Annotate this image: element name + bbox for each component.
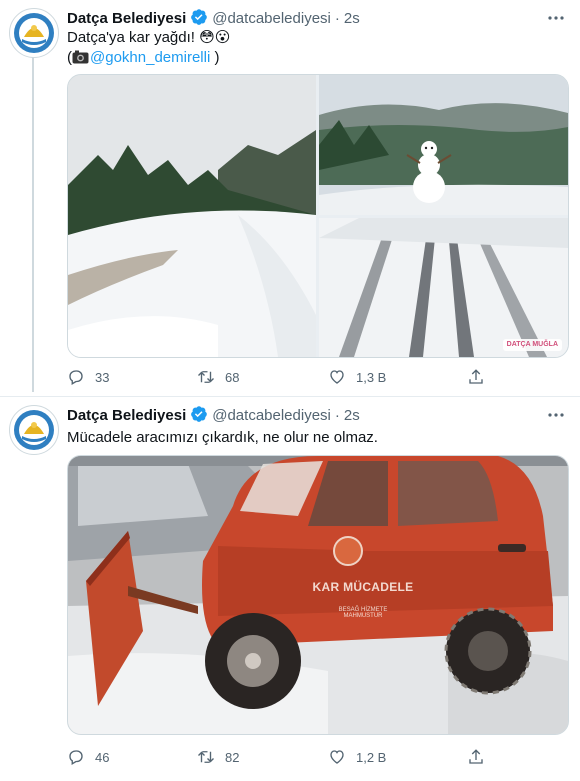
mention-link[interactable]: @gokhn_demirelli (90, 49, 210, 66)
retweet-button[interactable]: 82 (197, 748, 239, 768)
car-door-label: KAR MÜCADELE BESAĞ HİZMETE MAHMUSTUR (298, 580, 428, 619)
timestamp[interactable]: 2s (344, 10, 360, 27)
handle[interactable]: @datcabelediyesi (212, 10, 331, 27)
reply-button[interactable]: 33 (67, 368, 109, 388)
photo-watermark: DATÇA MUĞLA (502, 339, 562, 351)
reply-count: 33 (95, 370, 110, 385)
photo-credit: (@gokhn_demirelli ) (67, 48, 230, 70)
snow-plow-car-photo[interactable]: KAR MÜCADELE BESAĞ HİZMETE MAHMUSTUR (68, 456, 568, 734)
display-name[interactable]: Datça Belediyesi (67, 10, 186, 27)
separator-dot: · (334, 407, 340, 424)
tweet-actions: 33 68 1,3 B (67, 368, 507, 388)
retweet-count: 82 (225, 750, 240, 765)
retweet-count: 68 (225, 370, 240, 385)
reply-count: 46 (95, 750, 110, 765)
share-button[interactable] (467, 748, 495, 768)
separator-dot: · (334, 10, 340, 27)
retweet-icon (198, 371, 214, 383)
media-grid[interactable]: DATÇA MUĞLA (67, 74, 569, 358)
avatar[interactable] (9, 8, 59, 58)
timestamp[interactable]: 2s (344, 407, 360, 424)
media-single[interactable]: KAR MÜCADELE BESAĞ HİZMETE MAHMUSTUR (67, 455, 569, 735)
tweet-header: Datça Belediyesi @datcabelediyesi · 2s (67, 405, 360, 425)
reply-button[interactable]: 46 (67, 748, 109, 768)
like-count: 1,3 B (356, 370, 387, 385)
reply-icon (69, 750, 83, 765)
verified-badge-icon (190, 405, 208, 429)
municipality-logo-icon (11, 10, 57, 56)
retweet-button[interactable]: 68 (197, 368, 239, 388)
tweet-text: Mücadele aracımızı çıkardık, ne olur ne … (67, 429, 378, 446)
retweet-icon (198, 751, 214, 763)
snowman-photo[interactable] (319, 75, 568, 215)
like-count: 1,2 B (356, 750, 387, 765)
car-label: KAR MÜCADELE (312, 580, 414, 594)
handle[interactable]: @datcabelediyesi (212, 407, 331, 424)
car-sublabel-2: MAHMUSTUR (343, 613, 383, 619)
tweet-text-line: Datça'ya kar yağdı! 😳😮 (67, 29, 231, 46)
share-icon (469, 369, 483, 384)
tire-tracks-photo[interactable]: DATÇA MUĞLA (319, 218, 568, 357)
tweet-1[interactable]: Datça Belediyesi @datcabelediyesi · 2s Datç… (0, 0, 580, 396)
more-icon[interactable] (546, 8, 566, 28)
display-name[interactable]: Datça Belediyesi (67, 407, 186, 424)
camera-icon (72, 50, 89, 70)
tweet-header: Datça Belediyesi @datcabelediyesi · 2s (67, 8, 360, 28)
credit-paren-close: ) (210, 49, 220, 66)
share-button[interactable] (467, 368, 495, 388)
like-button[interactable]: 1,2 B (328, 748, 386, 768)
more-icon[interactable] (546, 405, 566, 425)
avatar[interactable] (9, 405, 59, 455)
snowy-road-photo[interactable] (68, 75, 316, 357)
municipality-logo-icon (11, 407, 57, 453)
tweet-2[interactable]: Datça Belediyesi @datcabelediyesi · 2s Müca… (0, 397, 580, 781)
like-icon (330, 750, 344, 764)
tweet-actions: 46 82 1,2 B (67, 748, 507, 768)
reply-icon (69, 370, 83, 385)
like-button[interactable]: 1,3 B (328, 368, 386, 388)
like-icon (330, 370, 344, 384)
tweet-text: Datça'ya kar yağdı! 😳😮 (@gokhn_demirelli… (67, 28, 230, 70)
share-icon (469, 749, 483, 764)
